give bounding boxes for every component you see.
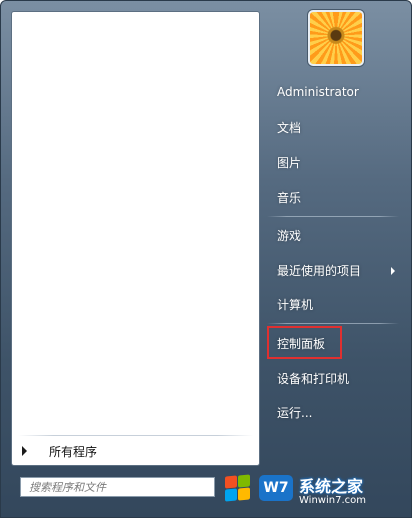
- site-watermark: W7 系统之家 Winwin7.com: [259, 471, 407, 513]
- documents-item[interactable]: 文档: [263, 112, 403, 142]
- control-panel-label: 控制面板: [277, 336, 326, 351]
- programs-separator: [18, 435, 253, 436]
- run-label: 运行...: [277, 405, 313, 420]
- right-separator: [267, 323, 399, 324]
- control-panel-item[interactable]: 控制面板: [263, 328, 403, 358]
- watermark-url: Winwin7.com: [299, 495, 366, 506]
- computer-item[interactable]: 计算机: [263, 289, 403, 319]
- computer-label: 计算机: [277, 297, 314, 312]
- music-label: 音乐: [277, 190, 302, 205]
- watermark-title: 系统之家: [299, 477, 364, 496]
- recent-items-label: 最近使用的项目: [277, 263, 362, 278]
- pictures-label: 图片: [277, 155, 302, 170]
- run-item[interactable]: 运行...: [263, 397, 403, 427]
- watermark-logo: W7: [259, 475, 293, 501]
- recent-items-item[interactable]: 最近使用的项目: [263, 255, 403, 285]
- games-label: 游戏: [277, 228, 302, 243]
- all-programs-label: 所有程序: [49, 444, 98, 459]
- pictures-item[interactable]: 图片: [263, 147, 403, 177]
- windows-logo-icon: [224, 474, 252, 503]
- programs-pane: 所有程序: [11, 11, 260, 466]
- start-menu: 所有程序 Administrator 文档 图片 音乐 游戏 最近使用的项目 计…: [0, 0, 412, 518]
- user-name: Administrator: [277, 85, 359, 99]
- search-input[interactable]: [29, 480, 206, 494]
- user-name-item[interactable]: Administrator: [263, 77, 403, 107]
- chevron-right-icon: [391, 267, 395, 275]
- devices-printers-label: 设备和打印机: [277, 371, 350, 386]
- games-item[interactable]: 游戏: [263, 220, 403, 250]
- search-box[interactable]: [20, 477, 215, 497]
- all-programs-button[interactable]: 所有程序: [18, 440, 253, 462]
- documents-label: 文档: [277, 120, 302, 135]
- music-item[interactable]: 音乐: [263, 182, 403, 212]
- user-avatar[interactable]: [308, 10, 364, 66]
- devices-printers-item[interactable]: 设备和打印机: [263, 363, 403, 393]
- right-separator: [267, 216, 399, 217]
- arrow-right-icon: [22, 446, 27, 456]
